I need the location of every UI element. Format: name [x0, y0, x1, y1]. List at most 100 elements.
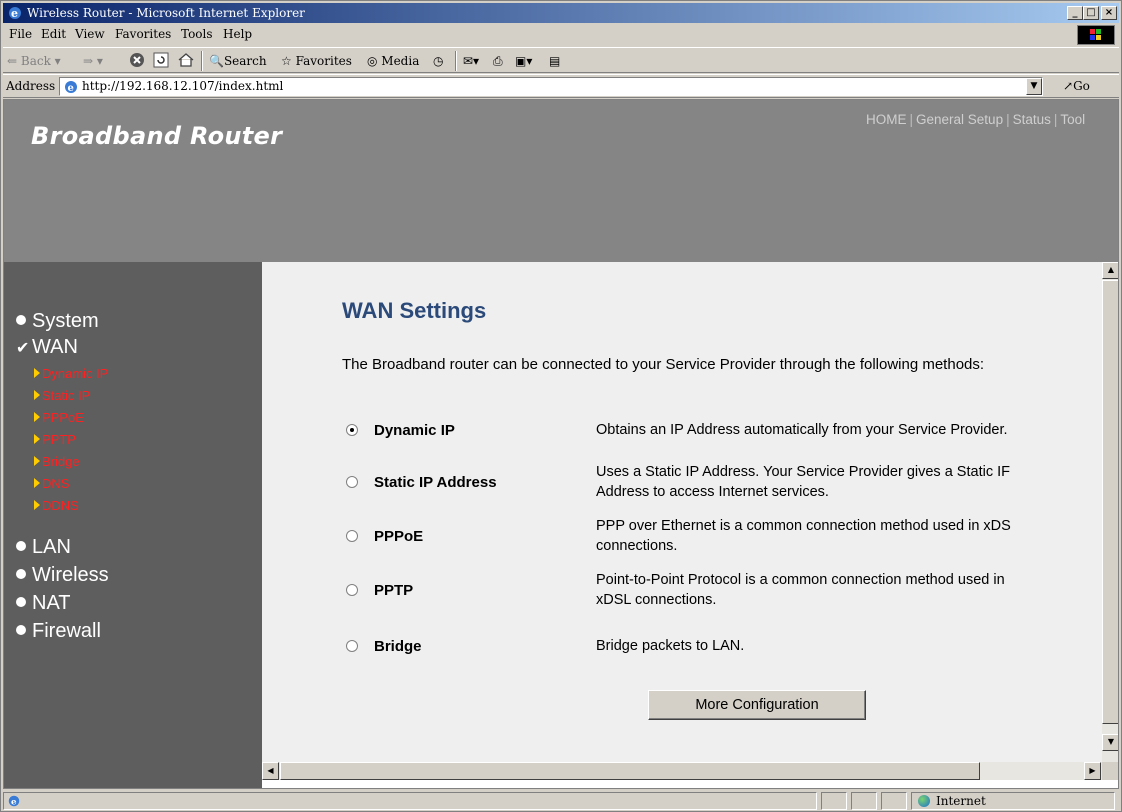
address-dropdown-icon[interactable]: ▼ — [1026, 78, 1042, 95]
toolbar-separator — [455, 51, 457, 71]
menu-tools[interactable]: Tools — [181, 27, 213, 41]
menu-edit[interactable]: Edit — [41, 27, 66, 41]
refresh-icon[interactable] — [153, 52, 169, 70]
media-button[interactable]: ◎ Media — [367, 52, 419, 70]
scroll-thumb[interactable] — [1102, 280, 1118, 724]
page-icon: e — [65, 81, 77, 94]
svg-text:e: e — [11, 798, 17, 808]
option-desc: Point-to-Point Protocol is a common conn… — [596, 572, 1005, 608]
status-text-cell: e — [3, 792, 817, 810]
option-pppoe[interactable]: PPPoE — [346, 528, 423, 545]
nav-home[interactable]: HOME — [866, 112, 907, 127]
radio-bridge[interactable] — [346, 640, 358, 652]
radio-pppoe[interactable] — [346, 530, 358, 542]
bullet-icon — [16, 569, 26, 579]
status-bar: e Internet — [3, 791, 1119, 811]
browser-window: e Wireless Router - Microsoft Internet E… — [0, 0, 1122, 812]
stop-icon[interactable] — [129, 52, 145, 70]
option-desc: Uses a Static IP Address. Your Service P… — [596, 464, 1010, 500]
status-cell — [851, 792, 877, 810]
search-button[interactable]: 🔍Search — [209, 52, 267, 70]
print-icon[interactable]: ⎙ — [493, 52, 503, 70]
nav-tool[interactable]: Tool — [1060, 112, 1085, 127]
sidebar-sub-bridge[interactable]: Bridge — [34, 454, 80, 469]
sidebar-item-system[interactable]: System — [16, 310, 99, 333]
internet-globe-icon — [918, 795, 930, 807]
page-viewport: Broadband Router HOME | General Setup | Stat… — [3, 99, 1119, 789]
sidebar-sub-static-ip[interactable]: Static IP — [34, 388, 90, 403]
back-button[interactable]: ⇐ Back ▾ — [7, 52, 61, 70]
toolbar: ⇐ Back ▾ ⇒ ▾ 🔍Search ☆ Favorites ◎ Media… — [3, 47, 1119, 73]
router-banner: Broadband Router HOME | General Setup | Stat… — [4, 100, 1118, 262]
sidebar-item-wan[interactable]: ✔ WAN — [16, 336, 78, 359]
history-icon[interactable]: ◷ — [433, 52, 443, 70]
edit-icon[interactable]: ▣▾ — [515, 52, 532, 70]
arrow-icon — [34, 434, 40, 444]
sidebar-item-firewall[interactable]: Firewall — [16, 620, 101, 643]
address-bar: Address e http://192.168.12.107/index.ht… — [3, 74, 1119, 98]
menu-bar: File Edit View Favorites Tools Help — [3, 24, 1119, 46]
arrow-icon — [34, 478, 40, 488]
scroll-left-icon[interactable]: ◀ — [262, 762, 279, 780]
horizontal-scrollbar[interactable]: ◀ ▶ — [262, 762, 1102, 780]
sidebar-sub-ddns[interactable]: DDNS — [34, 498, 79, 513]
back-arrow-icon: ⇐ — [7, 54, 21, 68]
nav-status[interactable]: Status — [1013, 112, 1051, 127]
more-configuration-button[interactable]: More Configuration — [648, 690, 866, 720]
option-desc: PPP over Ethernet is a common connection… — [596, 518, 1011, 554]
arrow-icon — [34, 500, 40, 510]
option-bridge[interactable]: Bridge — [346, 638, 422, 655]
option-static-ip[interactable]: Static IP Address — [346, 474, 497, 491]
media-icon: ◎ — [367, 54, 382, 68]
svg-text:e: e — [68, 83, 74, 94]
mail-icon[interactable]: ✉▾ — [463, 52, 479, 70]
menu-help[interactable]: Help — [223, 27, 252, 41]
scroll-right-icon[interactable]: ▶ — [1084, 762, 1101, 780]
scroll-corner — [1102, 762, 1118, 780]
main-content: WAN Settings The Broadband router can be… — [262, 262, 1102, 762]
zone-cell: Internet — [911, 792, 1115, 810]
hscroll-thumb[interactable] — [280, 762, 980, 780]
top-nav: HOME | General Setup | Status | Tool — [866, 112, 1086, 127]
sidebar-sub-pppoe[interactable]: PPPoE — [34, 410, 84, 425]
radio-static-ip[interactable] — [346, 476, 358, 488]
go-arrow-icon: ↗ — [1063, 79, 1074, 93]
radio-pptp[interactable] — [346, 584, 358, 596]
sidebar-sub-dynamic-ip[interactable]: Dynamic IP — [34, 366, 108, 381]
bullet-icon — [16, 315, 26, 325]
sidebar-item-nat[interactable]: NAT — [16, 592, 71, 615]
bullet-icon — [16, 541, 26, 551]
sidebar-item-wireless[interactable]: Wireless — [16, 564, 109, 587]
minimize-button[interactable]: _ — [1067, 6, 1083, 20]
sidebar-item-lan[interactable]: LAN — [16, 536, 71, 559]
sidebar-sub-pptp[interactable]: PPTP — [34, 432, 76, 447]
radio-dynamic-ip[interactable] — [346, 424, 358, 436]
home-icon[interactable] — [177, 52, 195, 70]
menu-favorites[interactable]: Favorites — [115, 27, 171, 41]
scroll-up-icon[interactable]: ▲ — [1102, 262, 1118, 279]
favorites-button[interactable]: ☆ Favorites — [281, 52, 352, 70]
window-title: Wireless Router - Microsoft Internet Exp… — [27, 6, 305, 20]
discuss-icon[interactable]: ▤ — [549, 52, 560, 70]
scroll-down-icon[interactable]: ▼ — [1102, 734, 1118, 751]
menu-view[interactable]: View — [75, 27, 105, 41]
arrow-icon — [34, 412, 40, 422]
sidebar-sub-dns[interactable]: DNS — [34, 476, 69, 491]
go-button[interactable]: ↗Go — [1063, 79, 1090, 93]
address-label: Address — [6, 79, 56, 93]
arrow-icon — [34, 390, 40, 400]
intro-text: The Broadband router can be connected to… — [342, 356, 985, 373]
forward-arrow-icon: ⇒ ▾ — [83, 54, 103, 68]
option-pptp[interactable]: PPTP — [346, 582, 413, 599]
page-loaded-icon: e — [8, 795, 20, 808]
forward-button[interactable]: ⇒ ▾ — [83, 52, 103, 70]
close-button[interactable]: × — [1101, 6, 1117, 20]
maximize-button[interactable]: □ — [1083, 6, 1099, 20]
address-input[interactable]: e http://192.168.12.107/index.html ▼ — [59, 77, 1043, 96]
option-dynamic-ip[interactable]: Dynamic IP — [346, 422, 455, 439]
menu-file[interactable]: File — [9, 27, 32, 41]
bullet-icon — [16, 597, 26, 607]
nav-general-setup[interactable]: General Setup — [916, 112, 1003, 127]
vertical-scrollbar[interactable]: ▲ ▼ — [1102, 262, 1118, 762]
ie-icon: e — [9, 7, 21, 20]
